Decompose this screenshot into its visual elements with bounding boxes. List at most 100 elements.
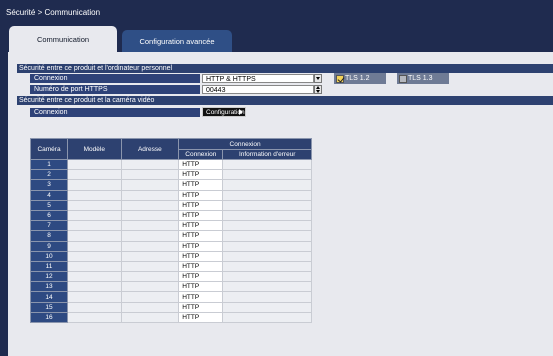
camera-number-cell: 5: [29, 199, 69, 211]
error-info-cell: [222, 250, 312, 262]
tls12-option[interactable]: TLS 1.2: [334, 73, 386, 84]
camera-number-cell: 15: [29, 301, 69, 313]
tls12-checkbox[interactable]: [336, 75, 344, 83]
error-info-cell: [222, 281, 312, 293]
camera-number-cell: 4: [29, 189, 69, 201]
error-info-cell: [222, 220, 312, 232]
col-header-address: Adresse: [120, 138, 180, 160]
col-header-camera: Caméra: [29, 138, 69, 160]
address-cell: [120, 301, 180, 313]
model-cell: [67, 291, 122, 303]
table-row[interactable]: 15 HTTP: [29, 301, 312, 313]
connection-cell: HTTP: [178, 291, 224, 303]
model-cell: [67, 301, 122, 313]
camera-number-cell: 1: [29, 158, 69, 171]
model-cell: [67, 179, 122, 191]
page-title: Sécurité > Communication: [6, 8, 101, 17]
address-cell: [120, 250, 180, 262]
connection-cell: HTTP: [178, 250, 224, 262]
model-cell: [67, 240, 122, 252]
table-row[interactable]: 1 HTTP: [29, 158, 312, 171]
model-cell: [67, 260, 122, 273]
configuration-button[interactable]: Configuration: [202, 107, 246, 117]
model-cell: [67, 189, 122, 201]
address-cell: [120, 311, 180, 324]
error-info-cell: [222, 311, 312, 324]
address-cell: [120, 179, 180, 191]
col-header-error: Information d'erreur: [222, 149, 312, 160]
tab-communication[interactable]: Communication: [9, 26, 117, 52]
table-row[interactable]: 7 HTTP: [29, 220, 312, 232]
error-info-cell: [222, 301, 312, 313]
error-info-cell: [222, 271, 312, 283]
error-info-cell: [222, 169, 312, 181]
table-row[interactable]: 11 HTTP: [29, 260, 312, 273]
table-row[interactable]: 14 HTTP: [29, 291, 312, 303]
col-header-connection: Connexion: [178, 149, 224, 160]
tls13-label: TLS 1.3: [408, 75, 433, 82]
connection-label: Connexion: [30, 74, 200, 83]
error-info-cell: [222, 199, 312, 211]
connection-select[interactable]: HTTP & HTTPS: [202, 74, 314, 83]
camera-table: Caméra Modèle Adresse Connexion Connexio…: [29, 138, 312, 324]
connection-cell: HTTP: [178, 301, 224, 313]
camera-number-cell: 12: [29, 271, 69, 283]
table-row[interactable]: 10 HTTP: [29, 250, 312, 262]
camera-number-cell: 14: [29, 291, 69, 303]
address-cell: [120, 271, 180, 283]
error-info-cell: [222, 291, 312, 303]
connection-cell: HTTP: [178, 240, 224, 252]
camera-number-cell: 11: [29, 260, 69, 273]
table-row[interactable]: 5 HTTP: [29, 199, 312, 211]
section-header-pc: Sécurité entre ce produit et l'ordinateu…: [17, 64, 553, 73]
address-cell: [120, 260, 180, 273]
tab-advanced-config[interactable]: Configuration avancée: [122, 30, 232, 52]
connection-cell: HTTP: [178, 209, 224, 222]
table-row[interactable]: 2 HTTP: [29, 169, 312, 181]
table-row[interactable]: 16 HTTP: [29, 311, 312, 324]
connection-cell: HTTP: [178, 311, 224, 324]
error-info-cell: [222, 230, 312, 242]
camera-number-cell: 13: [29, 281, 69, 293]
address-cell: [120, 199, 180, 211]
port-stepper[interactable]: [314, 85, 322, 94]
error-info-cell: [222, 240, 312, 252]
camera-number-cell: 2: [29, 169, 69, 181]
tls13-checkbox[interactable]: [399, 75, 407, 83]
camera-number-cell: 3: [29, 179, 69, 191]
tls13-option[interactable]: TLS 1.3: [397, 73, 449, 84]
connection-cell: HTTP: [178, 158, 224, 171]
camera-connection-label: Connexion: [30, 108, 200, 117]
camera-number-cell: 7: [29, 220, 69, 232]
error-info-cell: [222, 158, 312, 171]
table-row[interactable]: 6 HTTP: [29, 209, 312, 222]
table-row[interactable]: 13 HTTP: [29, 281, 312, 293]
main-panel: Sécurité entre ce produit et l'ordinateu…: [8, 52, 553, 356]
address-cell: [120, 189, 180, 201]
model-cell: [67, 250, 122, 262]
table-row[interactable]: 8 HTTP: [29, 230, 312, 242]
error-info-cell: [222, 260, 312, 273]
window-frame: Sécurité > Communication Communication C…: [0, 0, 553, 356]
table-row[interactable]: 9 HTTP: [29, 240, 312, 252]
model-cell: [67, 199, 122, 211]
https-port-input[interactable]: 00443: [202, 85, 314, 94]
model-cell: [67, 220, 122, 232]
tls12-label: TLS 1.2: [345, 75, 370, 82]
address-cell: [120, 169, 180, 181]
camera-number-cell: 9: [29, 240, 69, 252]
model-cell: [67, 209, 122, 222]
table-row[interactable]: 4 HTTP: [29, 189, 312, 201]
connection-cell: HTTP: [178, 281, 224, 293]
table-row[interactable]: 12 HTTP: [29, 271, 312, 283]
connection-cell: HTTP: [178, 220, 224, 232]
model-cell: [67, 158, 122, 171]
connection-cell: HTTP: [178, 169, 224, 181]
model-cell: [67, 271, 122, 283]
table-row[interactable]: 3 HTTP: [29, 179, 312, 191]
connection-cell: HTTP: [178, 179, 224, 191]
chevron-down-icon[interactable]: [314, 74, 322, 83]
arrow-right-icon: [239, 109, 243, 115]
connection-cell: HTTP: [178, 230, 224, 242]
connection-cell: HTTP: [178, 199, 224, 211]
